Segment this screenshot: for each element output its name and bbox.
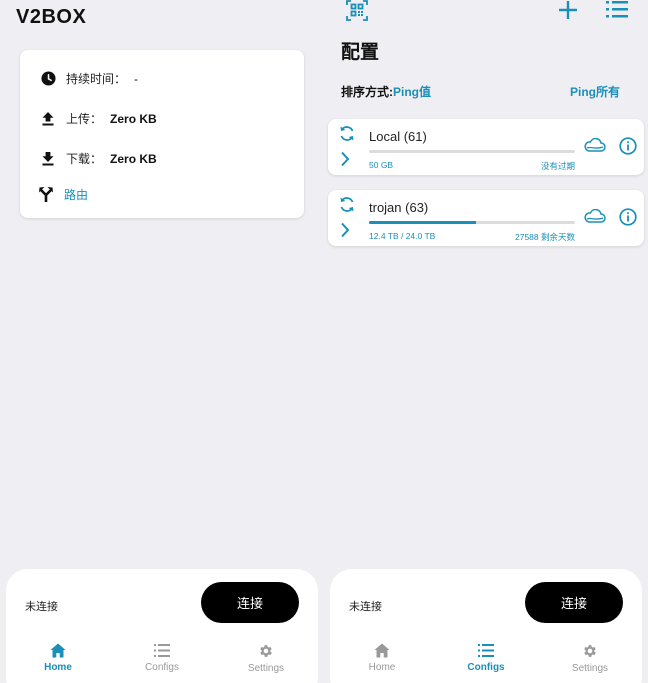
config-expire: 27588 剩余天数	[515, 232, 575, 242]
app-title: V2BOX	[16, 6, 87, 28]
connection-info-card: 持续时间： - 上传： Zero KB 下载： Zero KB 路由	[20, 50, 304, 218]
sort-selector[interactable]: 排序方式:Ping值	[341, 83, 431, 100]
upload-value: Zero KB	[110, 111, 157, 126]
route-icon	[38, 187, 54, 203]
nav-home[interactable]: Home	[6, 643, 110, 674]
sort-value: Ping值	[393, 85, 431, 99]
nav-configs-label: Configs	[467, 662, 505, 673]
bottom-panel: 未连接 连接 Home Configs Settings	[330, 569, 642, 683]
info-icon[interactable]	[619, 137, 637, 160]
connection-status: 未连接	[25, 601, 58, 613]
sort-label: 排序方式:	[341, 85, 393, 99]
nav-configs[interactable]: Configs	[434, 643, 538, 674]
qr-scan-icon[interactable]	[346, 0, 368, 26]
config-expire: 没有过期	[540, 161, 575, 171]
download-icon	[40, 151, 56, 167]
list-icon	[154, 644, 170, 657]
download-row: 下载： Zero KB	[40, 150, 157, 167]
bottom-nav: Home Configs Settings	[6, 643, 318, 674]
connection-status: 未连接	[349, 601, 382, 613]
config-size: 12.4 TB / 24.0 TB	[369, 231, 436, 241]
home-icon	[374, 643, 390, 658]
upload-label: 上传：	[66, 112, 103, 126]
nav-settings[interactable]: Settings	[214, 643, 318, 674]
nav-home-label: Home	[44, 662, 72, 673]
gear-icon	[260, 645, 272, 657]
home-icon	[50, 643, 66, 658]
nav-configs[interactable]: Configs	[110, 643, 214, 674]
clock-icon	[40, 71, 56, 87]
cloud-icon[interactable]	[584, 137, 606, 159]
list-menu-button[interactable]	[606, 0, 628, 24]
nav-settings-label: Settings	[571, 663, 609, 674]
home-screen: V2BOX 持续时间： - 上传： Zero KB 下载： Zero KB 路由…	[0, 0, 324, 683]
config-size: 50 GB	[369, 160, 394, 170]
config-name: Local (61)	[369, 129, 427, 144]
upload-row: 上传： Zero KB	[40, 110, 157, 127]
download-label: 下载：	[66, 152, 103, 166]
nav-configs-label: Configs	[145, 662, 179, 673]
config-card[interactable]: Local (61) 50 GB 没有过期	[328, 119, 644, 175]
nav-home[interactable]: Home	[330, 643, 434, 674]
chevron-right-icon[interactable]	[340, 151, 350, 172]
duration-label: 持续时间：	[66, 72, 127, 86]
route-label: 路由	[64, 188, 89, 202]
nav-home-label: Home	[368, 662, 396, 673]
chevron-right-icon[interactable]	[340, 222, 350, 243]
route-link[interactable]: 路由	[38, 186, 88, 203]
bottom-nav: Home Configs Settings	[330, 643, 642, 674]
duration-value: -	[134, 71, 139, 86]
download-value: Zero KB	[110, 151, 157, 166]
info-icon[interactable]	[619, 208, 637, 231]
list-icon	[478, 644, 494, 657]
config-card[interactable]: trojan (63) 12.4 TB / 24.0 TB 27588 剩余天数	[328, 190, 644, 246]
configs-screen: 配置 排序方式:Ping值 Ping所有 Local (61) 50 GB 没有…	[324, 0, 648, 683]
refresh-icon[interactable]	[339, 196, 355, 218]
nav-settings[interactable]: Settings	[538, 643, 642, 674]
cloud-icon[interactable]	[584, 208, 606, 230]
bottom-panel: 未连接 连接 Home Configs Settings	[6, 569, 318, 683]
nav-settings-label: Settings	[247, 663, 285, 674]
usage-bar	[369, 221, 575, 224]
config-name: trojan (63)	[369, 200, 429, 215]
upload-icon	[40, 111, 56, 127]
usage-bar	[369, 150, 575, 153]
page-title: 配置	[341, 42, 380, 63]
duration-row: 持续时间： -	[40, 70, 138, 87]
connect-button[interactable]: 连接	[201, 582, 299, 623]
connect-button[interactable]: 连接	[525, 582, 623, 623]
add-config-button[interactable]	[558, 0, 578, 25]
ping-all-button[interactable]: Ping所有	[570, 83, 620, 100]
gear-icon	[584, 645, 596, 657]
refresh-icon[interactable]	[339, 125, 355, 147]
usage-bar-fill	[369, 221, 477, 224]
